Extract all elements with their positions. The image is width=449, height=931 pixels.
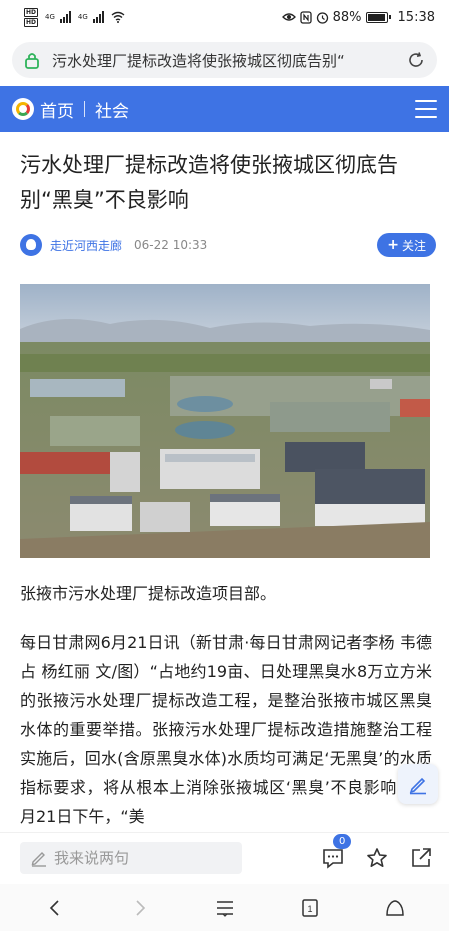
eye-icon (281, 13, 296, 21)
reload-icon[interactable] (407, 51, 425, 69)
comment-icon (323, 848, 343, 869)
nav-divider (84, 101, 85, 117)
browser-menu-button[interactable] (210, 893, 240, 923)
forward-icon (135, 899, 145, 916)
star-icon (367, 847, 387, 867)
status-left: HD HD 4G 4G (24, 7, 125, 27)
article-meta: 走近河西走廊 06-22 10:33 + 关注 (20, 232, 436, 258)
forward-button[interactable] (125, 893, 155, 923)
tabs-button[interactable]: 1 (295, 893, 325, 923)
signal-1-icon (59, 11, 71, 23)
home-icon (385, 899, 404, 916)
floating-edit-button[interactable] (398, 764, 438, 804)
hd-tag-1: HD (24, 7, 39, 17)
browser-menu-icon (216, 900, 233, 917)
comment-button[interactable]: 0 (321, 833, 352, 870)
url-page-title[interactable]: 污水处理厂提标改造将使张掖城区彻底告别“ (52, 50, 397, 71)
comment-bar: 我来说两句 0 (0, 832, 449, 882)
hd-tag-2: HD (24, 17, 39, 27)
wastewater-plant-aerial-image (20, 284, 430, 558)
tab-count: 1 (307, 904, 312, 914)
follow-button[interactable]: + 关注 (377, 233, 436, 257)
follow-label: 关注 (401, 238, 426, 253)
publish-time: 06-22 10:33 (134, 238, 208, 252)
nav-section-link[interactable]: 社会 (95, 97, 415, 122)
alarm-icon (316, 11, 328, 24)
pencil-icon (31, 851, 46, 867)
signal-1-label: 4G (45, 13, 55, 21)
signal-2-label: 4G (77, 13, 88, 21)
tabs-icon: 1 (301, 898, 318, 917)
comment-input[interactable]: 我来说两句 (20, 841, 242, 874)
author-name[interactable]: 走近河西走廊 (50, 237, 122, 254)
lock-icon (25, 53, 39, 69)
wifi-icon (111, 11, 125, 23)
url-bar[interactable]: 污水处理厂提标改造将使张掖城区彻底告别“ (12, 42, 437, 78)
battery-percent: 88% (332, 9, 362, 25)
pencil-icon (409, 777, 426, 795)
signal-2-icon (92, 11, 104, 23)
nfc-icon (299, 10, 312, 24)
back-icon (49, 899, 59, 916)
comment-count-badge: 0 (333, 833, 352, 849)
share-icon (412, 847, 431, 867)
clock: 15:38 (397, 9, 435, 25)
comment-placeholder: 我来说两句 (54, 849, 130, 867)
battery-icon (365, 11, 391, 23)
site-logo[interactable] (12, 98, 34, 120)
author-avatar[interactable] (20, 234, 42, 256)
plus-icon: + (387, 237, 399, 253)
status-bar: HD HD 4G 4G 88% 15:38 (0, 0, 449, 34)
share-button[interactable] (409, 846, 433, 870)
network-tags: HD HD (24, 7, 39, 27)
nav-home-link[interactable]: 首页 (40, 97, 74, 122)
article-title: 污水处理厂提标改造将使张掖城区彻底告别“黑臭”不良影响 (20, 153, 398, 212)
article-photo[interactable] (20, 284, 430, 558)
favorite-button[interactable] (365, 846, 389, 870)
back-button[interactable] (40, 893, 70, 923)
photo-caption: 张掖市污水处理厂提标改造项目部。 (20, 584, 277, 603)
status-right: 88% 15:38 (281, 9, 435, 25)
battery-level (367, 13, 386, 21)
home-button[interactable] (380, 893, 410, 923)
site-header: 首页 社会 (0, 86, 449, 132)
browser-nav: 1 (0, 884, 449, 931)
article-body: 每日甘肃网6月21日讯（新甘肃·每日甘肃网记者李杨 韦德占 杨红丽 文/图）“占… (20, 633, 432, 826)
menu-icon[interactable] (415, 100, 437, 118)
